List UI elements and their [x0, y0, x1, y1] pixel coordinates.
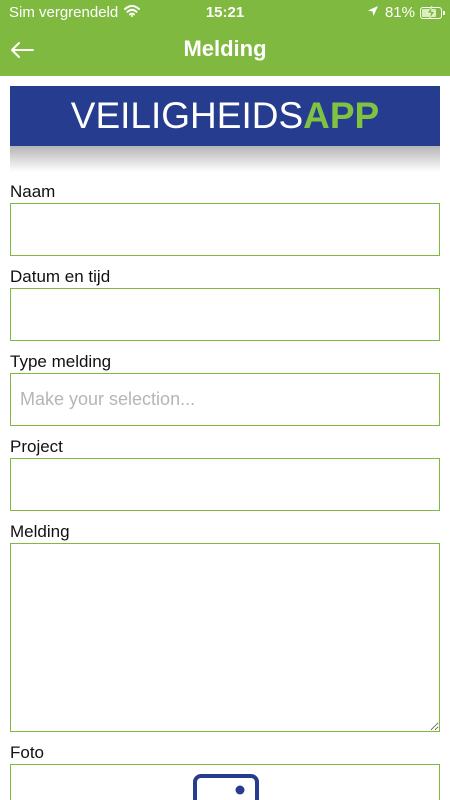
banner: VEILIGHEIDS APP: [10, 86, 440, 172]
type-melding-placeholder: Make your selection...: [20, 389, 196, 409]
project-input[interactable]: [10, 458, 440, 511]
type-melding-select[interactable]: Make your selection...: [10, 373, 440, 426]
foto-upload-area[interactable]: [10, 764, 440, 800]
status-right-group: 81%: [367, 4, 445, 21]
charging-bolt-icon: [426, 4, 436, 23]
battery-charging-icon: [420, 4, 445, 19]
melding-textarea[interactable]: [10, 543, 440, 732]
type-melding-label: Type melding: [10, 352, 112, 371]
project-label: Project: [10, 437, 63, 456]
foto-label: Foto: [10, 743, 45, 762]
battery-percentage: 81%: [384, 4, 415, 21]
nav-bar: Melding: [0, 26, 450, 76]
naam-input[interactable]: [10, 203, 440, 256]
app-screen: Sim vergrendeld 15:21 81% Melding VEILIG…: [0, 0, 450, 800]
image-upload-icon[interactable]: [192, 773, 260, 800]
veiligheidsapp-logo: VEILIGHEIDS APP: [10, 86, 440, 146]
melding-label: Melding: [10, 522, 70, 541]
location-arrow-icon: [367, 4, 379, 21]
datum-label: Datum en tijd: [10, 267, 111, 286]
banner-shadow: [10, 146, 440, 172]
melding-form: Naam Datum en tijd Type melding Make you…: [10, 182, 440, 800]
naam-label: Naam: [10, 182, 56, 201]
datum-tijd-input[interactable]: [10, 288, 440, 341]
logo-main-text: VEILIGHEIDS: [70, 95, 304, 136]
status-bar: Sim vergrendeld 15:21 81%: [0, 0, 450, 26]
logo-accent-text: APP: [303, 95, 380, 136]
page-title: Melding: [183, 36, 267, 61]
